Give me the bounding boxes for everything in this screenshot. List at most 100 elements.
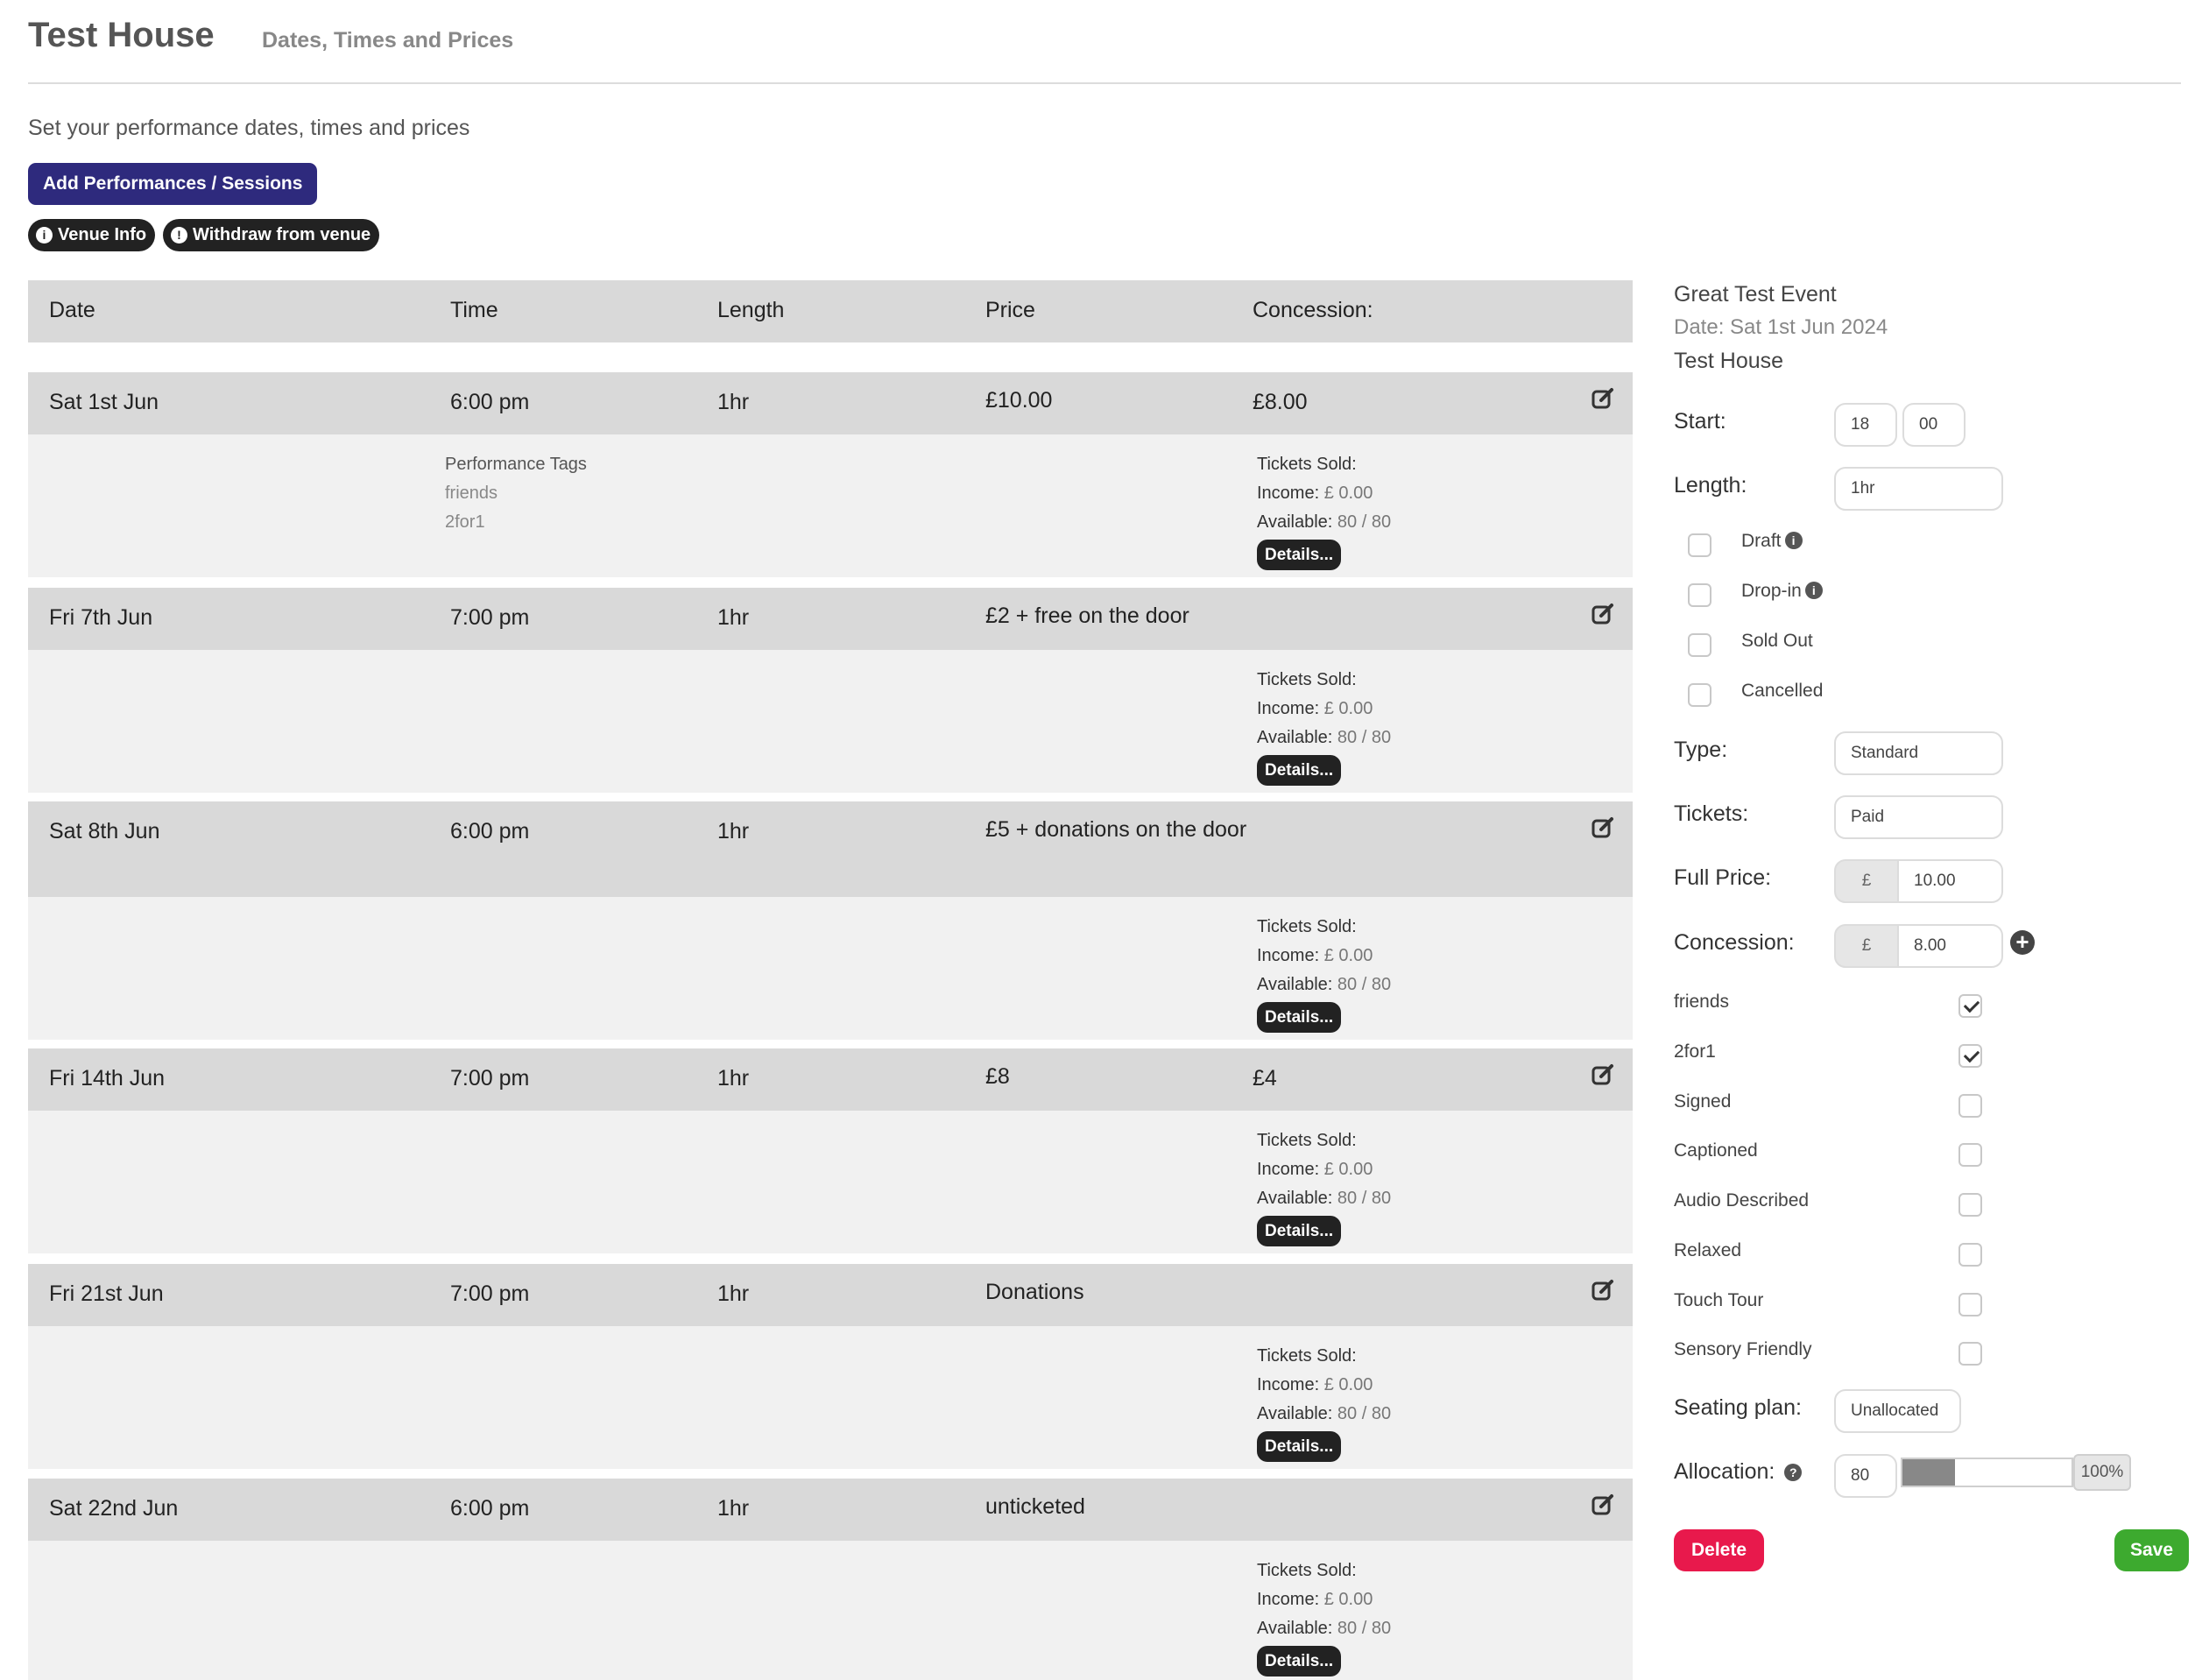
tickets-select[interactable]: Paid [1834, 795, 2003, 839]
info-icon[interactable]: i [1784, 532, 1803, 549]
info-icon: i [36, 227, 53, 244]
row-time: 6:00 pm [450, 390, 530, 414]
performance-row: Fri 14th Jun 7:00 pm 1hr £8 £4 Tickets Sold: I… [28, 1048, 1633, 1253]
row-date: Fri 21st Jun [49, 1281, 164, 1306]
tag-checkbox[interactable] [1958, 1293, 1982, 1316]
details-button[interactable]: Details... [1257, 1002, 1342, 1033]
tag-checkbox[interactable] [1958, 994, 1982, 1018]
alert-icon: ! [171, 227, 187, 244]
start-label: Start: [1674, 409, 1726, 434]
add-concession-icon[interactable]: + [2010, 930, 2035, 955]
row-length: 1hr [717, 605, 750, 630]
type-select[interactable]: Standard [1834, 731, 2003, 775]
tag-label: friends [1674, 992, 1730, 1012]
edit-icon[interactable] [1591, 815, 1615, 840]
tickets-sold-label: Tickets Sold: [1257, 670, 1357, 689]
start-hour-input[interactable]: 18 [1834, 403, 1897, 447]
details-button[interactable]: Details... [1257, 1216, 1342, 1246]
length-input[interactable]: 1hr [1834, 467, 2003, 511]
flag-checkbox[interactable] [1688, 533, 1711, 557]
row-price: £5 + donations on the door [985, 817, 1247, 842]
allocation-label: Allocation: ? [1674, 1459, 1803, 1485]
details-button[interactable]: Details... [1257, 755, 1342, 786]
available-value: 80 / 80 [1337, 512, 1392, 532]
tickets-sold-label: Tickets Sold: [1257, 917, 1357, 936]
flag-checkbox[interactable] [1688, 583, 1711, 607]
allocation-input[interactable]: 80 [1834, 1454, 1897, 1498]
performance-row-header: Fri 21st Jun 7:00 pm 1hr Donations [28, 1264, 1633, 1326]
tag-label: 2for1 [1674, 1041, 1716, 1062]
performance-row-header: Sat 8th Jun 6:00 pm 1hr £5 + donations on t… [28, 801, 1633, 897]
available-value: 80 / 80 [1337, 1404, 1392, 1423]
tag-checkbox[interactable] [1958, 1044, 1982, 1068]
flag-checkbox[interactable] [1688, 683, 1711, 707]
delete-button[interactable]: Delete [1674, 1529, 1765, 1571]
available-line: Available: 80 / 80 [1257, 1400, 1391, 1429]
edit-icon[interactable] [1591, 386, 1615, 411]
type-label: Type: [1674, 738, 1728, 762]
venue-info-button[interactable]: i Venue Info [28, 219, 156, 251]
available-label: Available: [1257, 975, 1333, 994]
tag-checkbox[interactable] [1958, 1143, 1982, 1167]
tag-label: Audio Described [1674, 1190, 1810, 1211]
edit-icon[interactable] [1591, 1493, 1615, 1517]
edit-icon[interactable] [1591, 602, 1615, 626]
info-icon[interactable]: i [1804, 582, 1823, 599]
row-length: 1hr [717, 1281, 750, 1306]
edit-icon[interactable] [1591, 1062, 1615, 1087]
details-button[interactable]: Details... [1257, 1431, 1342, 1462]
income-label: Income: [1257, 699, 1320, 718]
ticket-stats: Tickets Sold: Income: £ 0.00 Available: 80… [1257, 450, 1391, 570]
row-time: 6:00 pm [450, 1496, 530, 1521]
income-line: Income: £ 0.00 [1257, 695, 1391, 724]
add-performances-button[interactable]: Add Performances / Sessions [28, 163, 318, 205]
income-line: Income: £ 0.00 [1257, 479, 1391, 508]
income-value: £ 0.00 [1323, 946, 1373, 965]
flag-checkbox[interactable] [1688, 633, 1711, 657]
performance-tag: 2for1 [445, 512, 485, 532]
column-time: Time [450, 298, 498, 322]
start-minute-input[interactable]: 00 [1902, 403, 1966, 447]
allocation-label-text: Allocation: [1674, 1459, 1775, 1484]
row-price: unticketed [985, 1494, 1085, 1519]
tag-checkbox[interactable] [1958, 1243, 1982, 1267]
performance-row: Sat 1st Jun 6:00 pm 1hr £10.00 £8.00 Performa… [28, 372, 1633, 577]
page-subtitle: Dates, Times and Prices [262, 28, 514, 53]
performance-tag: friends [445, 484, 498, 503]
tag-label: Touch Tour [1674, 1290, 1764, 1310]
tag-checkbox[interactable] [1958, 1094, 1982, 1118]
help-icon[interactable]: ? [1784, 1464, 1803, 1481]
available-label: Available: [1257, 1404, 1333, 1423]
available-line: Available: 80 / 80 [1257, 724, 1391, 752]
allocation-slider[interactable] [1901, 1458, 2073, 1487]
income-label: Income: [1257, 1160, 1320, 1179]
income-value: £ 0.00 [1323, 1160, 1373, 1179]
flag-label: Drop-in i [1741, 581, 1823, 602]
flag-label: Cancelled [1741, 681, 1823, 702]
edit-icon[interactable] [1591, 1278, 1615, 1302]
column-concession: Concession: [1253, 298, 1373, 322]
full-price-currency: £ [1834, 859, 1899, 903]
available-label: Available: [1257, 512, 1333, 532]
performance-row: Fri 21st Jun 7:00 pm 1hr Donations Tickets S… [28, 1264, 1633, 1469]
row-price: £2 + free on the door [985, 604, 1189, 628]
tag-checkbox[interactable] [1958, 1342, 1982, 1366]
page-title: Test House [28, 16, 215, 54]
available-label: Available: [1257, 728, 1333, 747]
available-label: Available: [1257, 1619, 1333, 1638]
concession-input[interactable]: 8.00 [1899, 924, 2003, 968]
flag-label: Sold Out [1741, 631, 1813, 652]
flag-label-text: Sold Out [1741, 631, 1813, 651]
tickets-sold-label: Tickets Sold: [1257, 1346, 1357, 1366]
seating-plan-select[interactable]: Unallocated [1834, 1389, 1961, 1433]
withdraw-button[interactable]: ! Withdraw from venue [163, 219, 380, 251]
details-button[interactable]: Details... [1257, 540, 1342, 570]
tag-checkbox[interactable] [1958, 1193, 1982, 1217]
details-button[interactable]: Details... [1257, 1646, 1342, 1676]
save-button[interactable]: Save [2114, 1529, 2190, 1571]
available-label: Available: [1257, 1189, 1333, 1208]
income-line: Income: £ 0.00 [1257, 942, 1391, 971]
income-label: Income: [1257, 1590, 1320, 1609]
ticket-stats: Tickets Sold: Income: £ 0.00 Available: 80… [1257, 666, 1391, 786]
full-price-input[interactable]: 10.00 [1899, 859, 2003, 903]
